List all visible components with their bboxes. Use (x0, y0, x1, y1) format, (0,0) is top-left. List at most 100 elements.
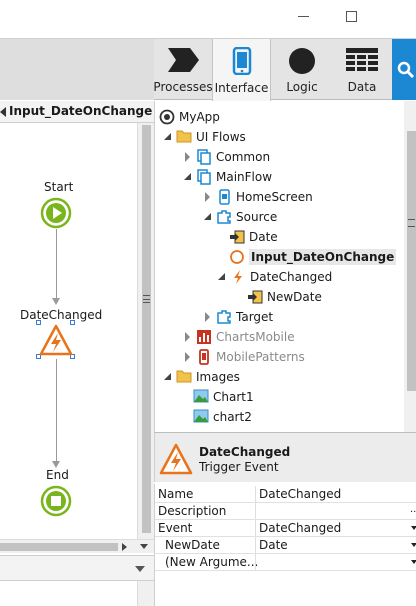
tree-item-source[interactable]: Source (203, 207, 277, 227)
tree-item-chart2[interactable]: chart2 (193, 407, 252, 427)
minimize-button[interactable] (280, 0, 326, 32)
minimize-icon (297, 15, 309, 17)
app-icon (159, 109, 175, 125)
scroll-down-icon[interactable] (140, 544, 148, 549)
expanded-arrow-icon[interactable] (183, 172, 193, 182)
tree-item-homescreen[interactable]: HomeScreen (203, 187, 313, 207)
property-row-name[interactable]: Name DateChanged (155, 486, 416, 503)
tree-vertical-scrollbar[interactable] (404, 101, 416, 432)
tree-item-datechanged[interactable]: DateChanged (217, 267, 332, 287)
start-node-label: Start (44, 180, 74, 194)
flow-arrow-icon (52, 298, 60, 305)
tab-logic[interactable]: Logic (272, 39, 332, 100)
tab-processes-label: Processes (153, 80, 213, 94)
property-value-event[interactable]: DateChanged (259, 521, 341, 535)
search-button[interactable] (392, 39, 416, 100)
image-icon (193, 409, 209, 425)
collapsed-arrow-icon[interactable] (183, 352, 193, 362)
tree-item-ui-flows[interactable]: UI Flows (163, 127, 246, 147)
tree-item-label: Input_DateOnChange (249, 249, 397, 265)
property-value-newdate[interactable]: Date (259, 538, 288, 552)
tab-interface-label: Interface (214, 81, 269, 95)
flow-icon (196, 169, 212, 185)
logic-icon (289, 48, 315, 74)
collapse-arrow-icon[interactable] (0, 107, 6, 117)
scrollbar-thumb[interactable] (407, 131, 416, 391)
property-row-newdate[interactable]: NewDate Date (155, 537, 416, 554)
property-row-event[interactable]: Event DateChanged (155, 520, 416, 537)
column-divider (255, 520, 256, 536)
collapsed-arrow-icon[interactable] (183, 152, 193, 162)
expanded-arrow-icon[interactable] (217, 272, 227, 282)
bottom-panel-scrollbar[interactable] (137, 581, 154, 606)
interface-icon (232, 47, 251, 75)
tree-item-label: Images (196, 370, 240, 384)
tree-item-label: Date (249, 230, 278, 244)
tree-item-mainflow[interactable]: MainFlow (183, 167, 272, 187)
expanded-arrow-icon[interactable] (163, 132, 173, 142)
dropdown-arrow-icon[interactable] (411, 560, 416, 564)
scrollbar-thumb[interactable] (0, 543, 118, 551)
toolbar-left-area (0, 39, 154, 100)
tab-interface[interactable]: Interface (212, 39, 271, 101)
trigger-event-icon (159, 443, 193, 475)
end-node-icon[interactable] (40, 485, 72, 517)
end-node-label: End (46, 468, 69, 482)
property-key: (New Argume... (165, 555, 259, 569)
block-icon (216, 309, 232, 325)
tree-item-chartsmobile[interactable]: ChartsMobile (183, 327, 295, 347)
collapsed-arrow-icon[interactable] (183, 332, 193, 342)
tree-item-common[interactable]: Common (183, 147, 270, 167)
tree-item-myapp[interactable]: MyApp (159, 107, 220, 127)
folder-icon (176, 129, 192, 145)
canvas-horizontal-scrollbar[interactable] (0, 539, 154, 553)
collapsed-arrow-icon[interactable] (203, 192, 213, 202)
tree-item-newdate[interactable]: NewDate (247, 287, 322, 307)
flow-canvas[interactable]: Start DateChanged End (0, 123, 137, 539)
tree-item-chart1[interactable]: Chart1 (193, 387, 254, 407)
tree-item-images[interactable]: Images (163, 367, 240, 387)
trigger-event-icon[interactable] (39, 324, 73, 356)
dropdown-arrow-icon[interactable] (411, 526, 416, 530)
collapsed-arrow-icon[interactable] (203, 312, 213, 322)
scrollbar-thumb[interactable] (142, 125, 151, 533)
tab-data-label: Data (347, 80, 377, 94)
trigger-node-label: DateChanged (20, 308, 103, 322)
tree-item-mobilepatterns[interactable]: MobilePatterns (183, 347, 305, 367)
tree-item-label: Target (236, 310, 274, 324)
scroll-right-icon[interactable] (122, 543, 127, 551)
canvas-title: Input_DateOnChange (9, 104, 153, 118)
column-divider (255, 486, 256, 502)
tree-item-label: MainFlow (216, 170, 273, 184)
canvas-vertical-scrollbar[interactable] (137, 123, 154, 539)
maximize-button[interactable] (328, 0, 374, 32)
screen-icon (216, 189, 232, 205)
property-row-description[interactable]: Description ... (155, 503, 416, 520)
expanded-arrow-icon[interactable] (163, 372, 173, 382)
flow-connector (56, 359, 57, 463)
bottom-panel (0, 581, 154, 606)
start-node-icon[interactable] (40, 197, 72, 229)
canvas-tab-header[interactable]: Input_DateOnChange (0, 101, 154, 123)
tree-item-input-dateonchange[interactable]: Input_DateOnChange (229, 247, 397, 267)
more-options-icon[interactable]: ... (410, 504, 416, 515)
column-divider (255, 537, 256, 553)
elements-tree[interactable]: MyApp UI Flows Common MainFlow HomeScree… (154, 101, 416, 432)
block-icon (216, 209, 232, 225)
property-row-new-argument[interactable]: (New Argume... (155, 554, 416, 571)
expanded-arrow-icon[interactable] (203, 212, 213, 222)
tree-item-target[interactable]: Target (203, 307, 273, 327)
column-divider (255, 503, 256, 519)
bottom-panel-header[interactable] (0, 555, 154, 581)
flow-icon (196, 149, 212, 165)
tree-item-label: NewDate (267, 290, 322, 304)
tree-item-date[interactable]: Date (229, 227, 278, 247)
app-window: Processes Interface Logic Data Input_Dat… (0, 0, 416, 606)
input-parameter-icon (247, 289, 263, 305)
chevron-down-icon[interactable] (135, 566, 145, 572)
image-icon (193, 389, 209, 405)
tab-data[interactable]: Data (332, 39, 392, 100)
tab-processes[interactable]: Processes (153, 39, 213, 100)
property-value-name[interactable]: DateChanged (259, 487, 341, 501)
dropdown-arrow-icon[interactable] (411, 543, 416, 547)
